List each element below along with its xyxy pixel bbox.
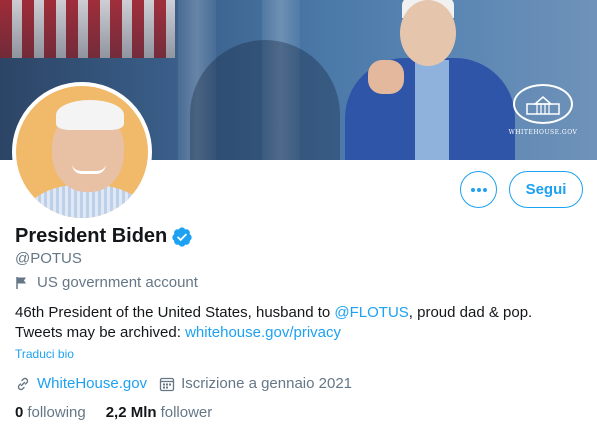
calendar-icon [159, 377, 175, 391]
bio-privacy-link[interactable]: whitehouse.gov/privacy [185, 324, 341, 341]
banner-fist [368, 60, 404, 94]
banner-person-head [400, 0, 456, 66]
avatar-smile [72, 164, 106, 174]
account-label-text: US government account [37, 274, 198, 291]
translate-bio-link[interactable]: Traduci bio [15, 347, 74, 361]
website-link[interactable]: WhiteHouse.gov [37, 375, 147, 392]
following-stat[interactable]: 0 following [15, 404, 86, 421]
avatar[interactable] [12, 82, 152, 222]
avatar-hair [56, 100, 124, 130]
profile-meta: WhiteHouse.gov Iscrizione a gennaio 2021 [15, 375, 364, 392]
profile-handle: @POTUS [15, 250, 82, 267]
joined-item: Iscrizione a gennaio 2021 [159, 375, 352, 392]
profile-bio: 46th President of the United States, hus… [15, 303, 585, 343]
more-button[interactable] [460, 171, 497, 208]
bio-text: Tweets may be archived: [15, 324, 186, 341]
banner-person-shirt [415, 60, 449, 160]
whitehouse-building-icon [513, 84, 573, 124]
bio-text: 46th President of the United States, hus… [15, 304, 335, 321]
whitehouse-logo-text: WHITEHOUSE.GOV [508, 129, 578, 136]
flag-shade [0, 0, 175, 58]
profile-stats: 0 following 2,2 Mln follower [15, 404, 232, 421]
followers-stat[interactable]: 2,2 Mln follower [106, 404, 213, 421]
followers-label: follower [160, 404, 213, 421]
joined-date: Iscrizione a gennaio 2021 [181, 375, 353, 392]
profile-name: President Biden [15, 225, 168, 247]
bio-mention-link[interactable]: @FLOTUS [334, 304, 408, 321]
followers-count: 2,2 Mln [105, 404, 157, 421]
more-icon [470, 187, 487, 192]
bio-text: , proud dad & pop. [408, 304, 533, 321]
verified-badge-icon[interactable] [171, 226, 193, 248]
profile-name-row: President Biden [15, 225, 193, 248]
website-item: WhiteHouse.gov [15, 375, 147, 392]
following-count: 0 [15, 404, 24, 421]
following-label: following [27, 404, 86, 421]
whitehouse-logo: WHITEHOUSE.GOV [509, 84, 577, 146]
link-icon [17, 377, 29, 390]
flag-icon [16, 276, 26, 289]
follow-button[interactable]: Segui [509, 171, 583, 208]
account-label: US government account [15, 274, 198, 291]
